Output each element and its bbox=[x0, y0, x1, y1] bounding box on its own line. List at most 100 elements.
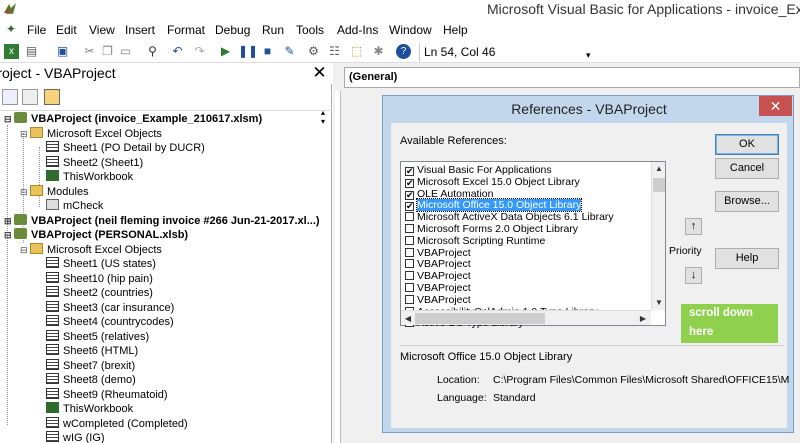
reference-item[interactable]: ✔ Visual Basic For Applications bbox=[405, 164, 552, 176]
reference-item[interactable]: ✔ OLE Automation bbox=[405, 188, 493, 200]
redo-icon[interactable]: ↷ bbox=[192, 44, 207, 59]
tree-node[interactable]: ⊟ VBAProject (invoice_Example_210617.xlsm… bbox=[4, 112, 262, 126]
tree-node[interactable]: Sheet7 (brexit) bbox=[36, 358, 135, 373]
checkbox-icon[interactable] bbox=[405, 212, 414, 222]
scroll-up-icon[interactable]: ▲ bbox=[652, 162, 666, 176]
priority-up-icon[interactable]: ↑ bbox=[685, 218, 702, 235]
reset-icon[interactable]: ■ bbox=[260, 44, 275, 59]
close-icon[interactable]: ✕ bbox=[759, 96, 792, 116]
reference-item[interactable]: ✔ Microsoft Excel 15.0 Object Library bbox=[405, 176, 580, 188]
tree-node[interactable]: wCompleted (Completed) bbox=[36, 416, 188, 431]
hscroll-thumb[interactable] bbox=[415, 313, 545, 324]
scroll-right-icon[interactable]: ▶ bbox=[636, 311, 650, 326]
menu-app-icon[interactable]: ✦ bbox=[6, 22, 16, 36]
priority-down-icon[interactable]: ↓ bbox=[685, 267, 702, 284]
expand-toggle-icon[interactable]: ⊞ bbox=[4, 214, 12, 228]
reference-item[interactable]: VBAProject bbox=[405, 282, 471, 294]
reference-item[interactable]: Microsoft ActiveX Data Objects 6.1 Libra… bbox=[405, 211, 614, 223]
view-object-icon[interactable] bbox=[22, 89, 38, 105]
horizontal-scrollbar[interactable]: ◀ ▶ bbox=[401, 310, 651, 325]
tree-node[interactable]: ⊟ Microsoft Excel Objects bbox=[20, 126, 162, 141]
tree-node[interactable]: Sheet9 (Rheumatoid) bbox=[36, 387, 168, 402]
scroll-thumb[interactable] bbox=[653, 178, 665, 192]
tree-node[interactable]: Sheet1 (US states) bbox=[36, 257, 156, 271]
reference-item[interactable]: VBAProject bbox=[405, 247, 471, 259]
tree-node[interactable]: Sheet10 (hip pain) bbox=[36, 271, 153, 286]
tree-node[interactable]: mCheck bbox=[36, 199, 103, 213]
checkbox-icon[interactable] bbox=[405, 294, 414, 304]
checkbox-icon[interactable] bbox=[405, 235, 414, 245]
cancel-button[interactable]: Cancel bbox=[715, 158, 779, 179]
checkbox-icon[interactable] bbox=[405, 247, 414, 257]
close-icon[interactable]: ✕ bbox=[311, 64, 328, 81]
tree-node[interactable]: Sheet1 (PO Detail by DUCR) bbox=[36, 141, 205, 155]
expand-toggle-icon[interactable]: ⊟ bbox=[20, 127, 28, 141]
properties-window-icon[interactable]: ☷ bbox=[327, 44, 342, 59]
expand-toggle-icon[interactable]: ⊟ bbox=[20, 243, 28, 257]
reference-item[interactable]: VBAProject bbox=[405, 270, 471, 282]
cut-icon[interactable]: ✂ bbox=[82, 44, 97, 59]
find-icon[interactable]: ⚲ bbox=[145, 44, 160, 59]
menu-insert[interactable]: Insert bbox=[125, 23, 155, 38]
tree-node[interactable]: wIG (IG) bbox=[36, 431, 105, 443]
run-icon[interactable]: ▶ bbox=[218, 44, 233, 59]
vertical-scrollbar[interactable]: ▲ ▼ bbox=[651, 162, 665, 310]
tree-node[interactable]: Sheet2 (Sheet1) bbox=[36, 155, 143, 170]
menu-tools[interactable]: Tools bbox=[296, 23, 324, 38]
tree-node[interactable]: ⊟ Microsoft Excel Objects bbox=[20, 242, 162, 257]
menu-edit[interactable]: Edit bbox=[56, 23, 77, 38]
checkbox-icon[interactable] bbox=[405, 271, 414, 281]
checkbox-checked-icon[interactable]: ✔ bbox=[405, 202, 414, 212]
copy-icon[interactable]: ❐ bbox=[100, 44, 115, 59]
checkbox-icon[interactable] bbox=[405, 259, 414, 269]
help-icon[interactable]: ? bbox=[396, 44, 411, 59]
expand-toggle-icon[interactable]: ⊟ bbox=[4, 228, 12, 242]
tree-node[interactable]: Sheet8 (demo) bbox=[36, 373, 136, 387]
insert-userform-icon[interactable]: ▤ bbox=[24, 44, 39, 59]
break-icon[interactable]: ❚❚ bbox=[238, 44, 258, 59]
tree-node[interactable]: ⊟ VBAProject (PERSONAL.xlsb) bbox=[4, 228, 188, 242]
checkbox-checked-icon[interactable]: ✔ bbox=[405, 190, 414, 200]
menu-window[interactable]: Window bbox=[389, 23, 432, 38]
menu-debug[interactable]: Debug bbox=[215, 23, 250, 38]
ok-button[interactable]: OK bbox=[715, 134, 779, 155]
excel-view-icon[interactable]: x bbox=[4, 44, 19, 59]
menu-file[interactable]: File bbox=[27, 23, 46, 38]
tree-node[interactable]: Sheet4 (countrycodes) bbox=[36, 315, 174, 329]
expand-toggle-icon[interactable]: ⊟ bbox=[20, 185, 28, 199]
menu-help[interactable]: Help bbox=[443, 23, 468, 38]
design-mode-icon[interactable]: ✎ bbox=[282, 44, 297, 59]
references-list[interactable]: ✔ Visual Basic For Applications ✔ Microsoft… bbox=[400, 161, 666, 329]
checkbox-icon[interactable] bbox=[405, 283, 414, 292]
save-icon[interactable]: ▣ bbox=[55, 44, 70, 59]
object-dropdown[interactable]: (General) bbox=[344, 67, 800, 88]
tree-node[interactable]: ThisWorkbook bbox=[36, 402, 133, 416]
tree-node[interactable]: Sheet5 (relatives) bbox=[36, 329, 149, 344]
toggle-folders-icon[interactable] bbox=[44, 89, 60, 105]
checkbox-checked-icon[interactable]: ✔ bbox=[405, 167, 414, 176]
paste-icon[interactable]: ▭ bbox=[118, 44, 133, 59]
reference-item[interactable]: Microsoft Scripting Runtime bbox=[405, 235, 545, 247]
browse-button[interactable]: Browse... bbox=[715, 191, 779, 212]
menu-format[interactable]: Format bbox=[167, 23, 205, 38]
scroll-down-icon[interactable]: ▼ bbox=[652, 296, 666, 310]
object-browser-icon[interactable]: ⬚ bbox=[349, 44, 364, 59]
reference-item[interactable]: VBAProject bbox=[405, 294, 471, 306]
undo-icon[interactable]: ↶ bbox=[170, 44, 185, 59]
toolbar-overflow-icon[interactable]: ▾ bbox=[586, 50, 591, 61]
tree-node[interactable]: ⊟ Modules bbox=[20, 184, 89, 199]
menu-addins[interactable]: Add-Ins bbox=[337, 23, 378, 38]
tree-node[interactable]: Sheet3 (car insurance) bbox=[36, 300, 174, 315]
expand-toggle-icon[interactable]: ⊟ bbox=[4, 112, 12, 126]
reference-item[interactable]: ✔ Microsoft Office 15.0 Object Library bbox=[405, 198, 583, 213]
help-button[interactable]: Help bbox=[715, 248, 779, 269]
tree-node[interactable]: Sheet6 (HTML) bbox=[36, 344, 138, 358]
toolbox-icon[interactable]: ✱ bbox=[371, 44, 386, 59]
scroll-left-icon[interactable]: ◀ bbox=[401, 311, 415, 326]
menu-view[interactable]: View bbox=[89, 23, 115, 38]
checkbox-icon[interactable] bbox=[405, 224, 414, 233]
checkbox-checked-icon[interactable]: ✔ bbox=[405, 178, 414, 188]
view-code-icon[interactable] bbox=[2, 89, 18, 105]
project-explorer-icon[interactable]: ⚙ bbox=[306, 44, 321, 59]
menu-run[interactable]: Run bbox=[262, 23, 284, 38]
